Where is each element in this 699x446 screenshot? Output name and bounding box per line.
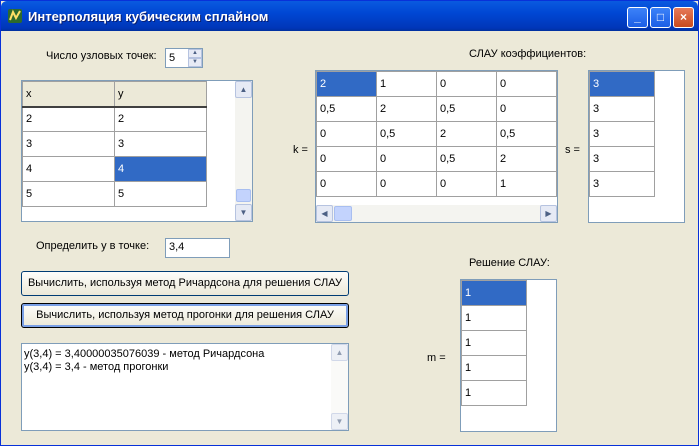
point-value[interactable]: 3,4 (169, 241, 184, 253)
k-label: k = (293, 144, 308, 156)
title-bar[interactable]: Интерполяция кубическим сплайном _ □ × (1, 1, 698, 31)
k-cell[interactable]: 0,5 (316, 96, 377, 122)
m-cell[interactable]: 1 (461, 330, 527, 356)
k-cell[interactable]: 0,5 (376, 121, 437, 147)
xy-vertical-scrollbar[interactable]: ▲ ▼ (235, 81, 252, 221)
minimize-button[interactable]: _ (627, 7, 648, 28)
scroll-down-icon[interactable]: ▼ (331, 413, 348, 430)
k-cell[interactable]: 0 (316, 121, 377, 147)
s-cell[interactable]: 3 (589, 146, 655, 172)
y-cell[interactable]: 2 (114, 106, 207, 132)
spin-down-icon[interactable]: ▼ (188, 58, 202, 67)
scroll-left-icon[interactable]: ◀ (316, 205, 333, 222)
k-cell[interactable]: 0 (436, 171, 497, 197)
k-cell[interactable]: 1 (376, 71, 437, 97)
nodes-count-label: Число узловых точек: (46, 50, 157, 62)
y-column-header[interactable]: y (114, 81, 207, 108)
k-matrix-table: 2 1 0 0 0,5 2 0,5 0 0 0,5 2 0,5 0 0 0,5 (316, 71, 557, 197)
y-cell-selected[interactable]: 4 (114, 156, 207, 182)
xy-table: x y 2 2 3 3 4 4 5 5 (22, 81, 207, 207)
y-cell[interactable]: 5 (114, 181, 207, 207)
s-cell[interactable]: 3 (589, 121, 655, 147)
k-cell[interactable]: 1 (496, 171, 557, 197)
richardson-button[interactable]: Вычислить, используя метод Ричардсона дл… (21, 271, 349, 296)
m-cell[interactable]: 1 (461, 305, 527, 331)
scroll-up-icon[interactable]: ▲ (331, 344, 348, 361)
output-vertical-scrollbar[interactable]: ▲ ▼ (331, 344, 348, 430)
m-cell-selected[interactable]: 1 (461, 280, 527, 306)
scroll-right-icon[interactable]: ▶ (540, 205, 557, 222)
s-cell-selected[interactable]: 3 (589, 71, 655, 97)
output-line-sweep: y(3,4) = 3,4 - метод прогонки (24, 361, 169, 373)
s-cell[interactable]: 3 (589, 171, 655, 197)
main-window: Интерполяция кубическим сплайном _ □ × Ч… (0, 0, 699, 446)
x-cell[interactable]: 4 (22, 156, 115, 182)
slau-label: СЛАУ коэффициентов: (469, 48, 587, 60)
nodes-count-value[interactable]: 5 (169, 52, 175, 64)
scroll-thumb[interactable] (236, 189, 251, 202)
window-title: Интерполяция кубическим сплайном (28, 9, 269, 24)
close-button[interactable]: × (673, 7, 694, 28)
k-cell[interactable]: 0 (316, 146, 377, 172)
scroll-thumb[interactable] (334, 206, 352, 221)
maximize-button[interactable]: □ (650, 7, 671, 28)
scroll-up-icon[interactable]: ▲ (235, 81, 252, 98)
k-matrix-grid[interactable]: 2 1 0 0 0,5 2 0,5 0 0 0,5 2 0,5 0 0 0,5 (315, 70, 558, 223)
x-cell[interactable]: 2 (22, 106, 115, 132)
m-cell[interactable]: 1 (461, 380, 527, 406)
nodes-count-spinner[interactable]: 5 ▲ ▼ (165, 48, 203, 68)
point-label: Определить у в точке: (36, 240, 150, 252)
point-input[interactable]: 3,4 (165, 238, 230, 258)
k-cell[interactable]: 0 (316, 171, 377, 197)
y-cell[interactable]: 3 (114, 131, 207, 157)
k-cell[interactable]: 0 (376, 171, 437, 197)
m-vector-table: 1 1 1 1 1 (461, 280, 527, 406)
k-cell[interactable]: 0 (376, 146, 437, 172)
k-cell[interactable]: 2 (496, 146, 557, 172)
s-vector-grid[interactable]: 3 3 3 3 3 (588, 70, 685, 223)
s-vector-table: 3 3 3 3 3 (589, 71, 655, 197)
solution-label: Решение СЛАУ: (469, 257, 550, 269)
app-icon (8, 9, 22, 23)
k-horizontal-scrollbar[interactable]: ◀ ▶ (316, 205, 557, 222)
output-memo[interactable]: y(3,4) = 3,40000035076039 - метод Ричард… (21, 343, 349, 431)
k-cell[interactable]: 2 (376, 96, 437, 122)
k-cell[interactable]: 0 (496, 71, 557, 97)
m-label: m = (427, 352, 446, 364)
m-cell[interactable]: 1 (461, 355, 527, 381)
s-cell[interactable]: 3 (589, 96, 655, 122)
x-cell[interactable]: 5 (22, 181, 115, 207)
k-cell[interactable]: 0,5 (436, 96, 497, 122)
sweep-button[interactable]: Вычислить, используя метод прогонки для … (21, 303, 349, 328)
output-line-richardson: y(3,4) = 3,40000035076039 - метод Ричард… (24, 348, 265, 360)
xy-grid[interactable]: x y 2 2 3 3 4 4 5 5 ▲ ▼ (21, 80, 253, 222)
k-cell-selected[interactable]: 2 (316, 71, 377, 97)
k-cell[interactable]: 2 (436, 121, 497, 147)
k-cell[interactable]: 0 (436, 71, 497, 97)
k-cell[interactable]: 0 (496, 96, 557, 122)
s-label: s = (565, 144, 580, 156)
spin-up-icon[interactable]: ▲ (188, 49, 202, 58)
x-cell[interactable]: 3 (22, 131, 115, 157)
k-cell[interactable]: 0,5 (496, 121, 557, 147)
x-column-header[interactable]: x (22, 81, 115, 108)
scroll-down-icon[interactable]: ▼ (235, 204, 252, 221)
k-cell[interactable]: 0,5 (436, 146, 497, 172)
m-vector-grid[interactable]: 1 1 1 1 1 (460, 279, 557, 432)
